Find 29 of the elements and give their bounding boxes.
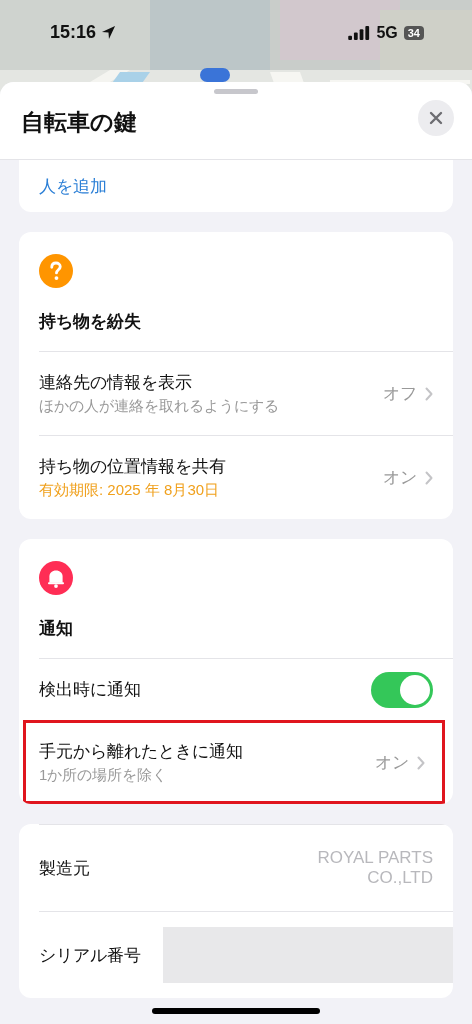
row-value: ROYAL PARTS CO.,LTD bbox=[316, 848, 433, 888]
location-arrow-icon bbox=[101, 25, 117, 40]
row-value: オン bbox=[375, 752, 409, 774]
row-subtitle: ほかの人が連絡を取れるようにする bbox=[39, 397, 280, 416]
row-subtitle: 有効期限: 2025 年 8月30日 bbox=[39, 481, 221, 500]
section-heading: 持ち物を紛失 bbox=[39, 311, 141, 333]
chevron-icon[interactable] bbox=[425, 386, 433, 401]
row-subtitle: 1か所の場所を除く bbox=[39, 766, 169, 785]
row-label: 連絡先の情報を表示 bbox=[39, 372, 193, 394]
toggle-switch[interactable] bbox=[371, 671, 433, 708]
add-person-link[interactable]: 人を追加 bbox=[39, 174, 107, 198]
drag-handle[interactable] bbox=[214, 89, 258, 94]
sheet-title: 自転車の鍵 bbox=[21, 108, 137, 137]
row-label: 手元から離れたときに通知 bbox=[39, 741, 244, 763]
network-label: 5G bbox=[376, 23, 398, 42]
row-label: シリアル番号 bbox=[39, 944, 141, 967]
status-time: 15:16 bbox=[50, 22, 97, 43]
section-heading: 通知 bbox=[39, 618, 73, 640]
row-label: 検出時に通知 bbox=[39, 679, 142, 701]
row-label: 製造元 bbox=[39, 857, 90, 880]
chevron-icon[interactable] bbox=[417, 755, 425, 770]
row-label: 持ち物の位置情報を共有 bbox=[39, 456, 227, 478]
highlighted-row[interactable]: 手元から離れたときに通知 1か所の場所を除く オン bbox=[23, 720, 445, 804]
chevron-icon[interactable] bbox=[425, 470, 433, 485]
row-value: オン bbox=[383, 467, 417, 489]
close-icon bbox=[429, 110, 443, 125]
close-button[interactable] bbox=[418, 99, 454, 136]
signal-icon bbox=[348, 25, 371, 40]
row-value: オフ bbox=[383, 383, 417, 405]
